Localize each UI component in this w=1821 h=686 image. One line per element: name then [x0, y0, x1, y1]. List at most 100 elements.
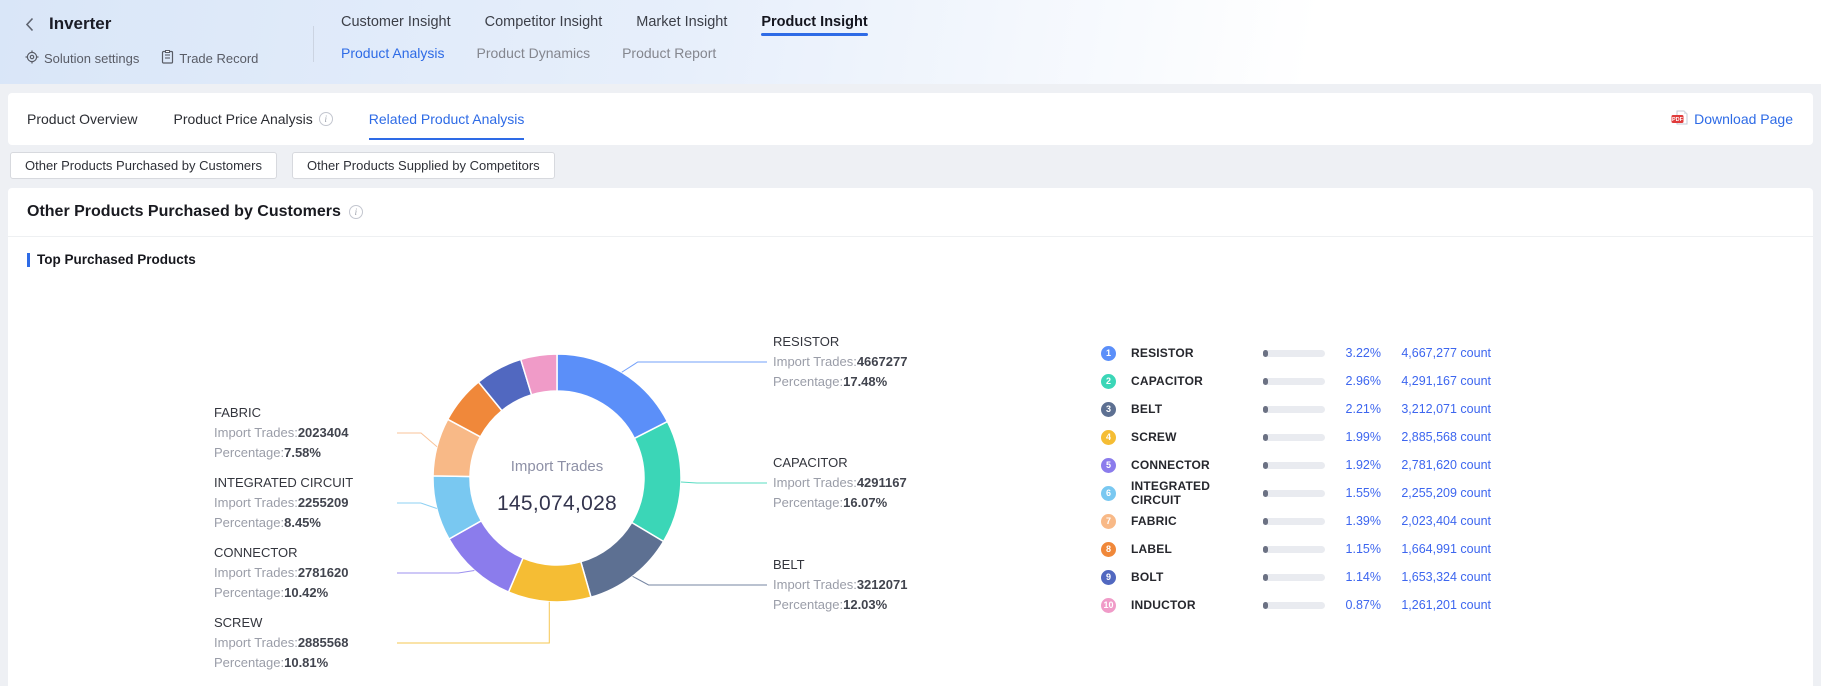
callout-screw: SCREW Import Trades:2885568 Percentage:1… [214, 613, 414, 673]
subtab-product-dynamics[interactable]: Product Dynamics [477, 45, 591, 61]
analysis-tab-related-product-analysis[interactable]: Related Product Analysis [369, 93, 525, 145]
rank-badge: 5 [1101, 458, 1116, 473]
donut-slice-belt[interactable] [581, 523, 664, 598]
analysis-tab-product-price-analysis[interactable]: Product Price Analysisi [173, 93, 332, 145]
trade-count: 4,291,167 count [1381, 374, 1491, 388]
svg-text:PDF: PDF [1672, 117, 1684, 123]
view-button-other-products-purchased-by-customers[interactable]: Other Products Purchased by Customers [10, 152, 277, 179]
trade-count: 3,212,071 count [1381, 402, 1491, 416]
subtab-product-report[interactable]: Product Report [622, 45, 716, 61]
info-icon[interactable]: i [319, 112, 333, 126]
rank-badge: 3 [1101, 402, 1116, 417]
share-percent: 1.55% [1325, 486, 1381, 500]
donut-slice-resistor[interactable] [557, 354, 667, 438]
trade-count: 2,255,209 count [1381, 486, 1491, 500]
legend-row-integrated-circuit[interactable]: 6 INTEGRATED CIRCUIT 1.55% 2,255,209 cou… [1101, 479, 1491, 507]
share-bar [1263, 350, 1325, 357]
rank-badge: 2 [1101, 374, 1116, 389]
quick-link-solution-settings[interactable]: Solution settings [25, 50, 139, 67]
rank-badge: 1 [1101, 346, 1116, 361]
donut-slice-capacitor[interactable] [632, 422, 681, 542]
share-percent: 0.87% [1325, 598, 1381, 612]
legend-row-capacitor[interactable]: 2 CAPACITOR 2.96% 4,291,167 count [1101, 367, 1491, 395]
legend-product-name: INTEGRATED CIRCUIT [1131, 479, 1263, 507]
legend-row-fabric[interactable]: 7 FABRIC 1.39% 2,023,404 count [1101, 507, 1491, 535]
app-header: Inverter Solution settings Trade Record C… [0, 0, 1821, 84]
legend-product-name: RESISTOR [1131, 346, 1263, 360]
trade-count: 4,667,277 count [1381, 346, 1491, 360]
legend-row-resistor[interactable]: 1 RESISTOR 3.22% 4,667,277 count [1101, 339, 1491, 367]
legend-row-belt[interactable]: 3 BELT 2.21% 3,212,071 count [1101, 395, 1491, 423]
clipboard-icon [161, 50, 174, 67]
legend-product-name: CAPACITOR [1131, 374, 1263, 388]
legend-product-name: LABEL [1131, 542, 1263, 556]
share-percent: 1.99% [1325, 430, 1381, 444]
share-percent: 1.92% [1325, 458, 1381, 472]
legend-row-connector[interactable]: 5 CONNECTOR 1.92% 2,781,620 count [1101, 451, 1491, 479]
rank-badge: 6 [1101, 486, 1116, 501]
leader-line-screw [397, 602, 549, 643]
tab-customer-insight[interactable]: Customer Insight [341, 14, 451, 42]
callout-belt: BELT Import Trades:3212071 Percentage:12… [773, 555, 973, 615]
callout-fabric: FABRIC Import Trades:2023404 Percentage:… [214, 403, 414, 463]
share-percent: 1.39% [1325, 514, 1381, 528]
view-toggle-group: Other Products Purchased by Customers Oth… [10, 152, 555, 179]
share-bar [1263, 462, 1325, 469]
leader-line-resistor [622, 362, 767, 372]
legend-product-name: SCREW [1131, 430, 1263, 444]
rank-badge: 4 [1101, 430, 1116, 445]
insight-tabs: Customer Insight Competitor Insight Market… [341, 0, 868, 42]
main-panel: Other Products Purchased by Customers i … [8, 188, 1813, 686]
leader-line-capacitor [681, 482, 767, 483]
quick-links: Solution settings Trade Record [25, 50, 258, 67]
view-button-other-products-supplied-by-competitors[interactable]: Other Products Supplied by Competitors [292, 152, 555, 179]
tab-product-insight[interactable]: Product Insight [761, 14, 867, 42]
trade-count: 2,023,404 count [1381, 514, 1491, 528]
share-bar [1263, 574, 1325, 581]
share-bar [1263, 518, 1325, 525]
share-percent: 3.22% [1325, 346, 1381, 360]
back-icon[interactable] [25, 16, 39, 32]
callout-resistor: RESISTOR Import Trades:4667277 Percentag… [773, 332, 973, 392]
trade-count: 1,664,991 count [1381, 542, 1491, 556]
legend-product-name: BOLT [1131, 570, 1263, 584]
legend-product-name: CONNECTOR [1131, 458, 1263, 472]
trade-count: 1,653,324 count [1381, 570, 1491, 584]
product-subtabs: Product Analysis Product Dynamics Product … [341, 45, 868, 61]
legend-row-inductor[interactable]: 10 INDUCTOR 0.87% 1,261,201 count [1101, 591, 1491, 619]
legend-product-name: FABRIC [1131, 514, 1263, 528]
chart-legend: 1 RESISTOR 3.22% 4,667,277 count2 CAPACI… [1101, 339, 1491, 619]
callout-integrated-circuit: INTEGRATED CIRCUIT Import Trades:2255209… [214, 473, 414, 533]
rank-badge: 10 [1101, 598, 1116, 613]
share-bar [1263, 378, 1325, 385]
quick-link-trade-record[interactable]: Trade Record [161, 50, 258, 67]
analysis-nav-band: Product Overview Product Price Analysisi R… [8, 93, 1813, 145]
page-title: Inverter [49, 14, 111, 34]
leader-line-belt [633, 576, 767, 585]
callout-capacitor: CAPACITOR Import Trades:4291167 Percenta… [773, 453, 973, 513]
header-left: Inverter Solution settings Trade Record [25, 12, 258, 67]
legend-product-name: BELT [1131, 402, 1263, 416]
rank-badge: 7 [1101, 514, 1116, 529]
legend-product-name: INDUCTOR [1131, 598, 1263, 612]
download-page-link[interactable]: PDF Download Page [1671, 93, 1793, 145]
share-percent: 2.96% [1325, 374, 1381, 388]
analysis-tab-product-overview[interactable]: Product Overview [27, 93, 137, 145]
callout-connector: CONNECTOR Import Trades:2781620 Percenta… [214, 543, 414, 603]
share-bar [1263, 490, 1325, 497]
gear-icon [25, 50, 39, 67]
trade-count: 2,885,568 count [1381, 430, 1491, 444]
share-percent: 2.21% [1325, 402, 1381, 416]
share-bar [1263, 602, 1325, 609]
pdf-icon: PDF [1671, 110, 1688, 129]
share-bar [1263, 434, 1325, 441]
share-bar [1263, 546, 1325, 553]
trade-count: 1,261,201 count [1381, 598, 1491, 612]
tab-market-insight[interactable]: Market Insight [636, 14, 727, 42]
tab-competitor-insight[interactable]: Competitor Insight [485, 14, 603, 42]
legend-row-label[interactable]: 8 LABEL 1.15% 1,664,991 count [1101, 535, 1491, 563]
subtab-product-analysis[interactable]: Product Analysis [341, 45, 445, 61]
legend-row-bolt[interactable]: 9 BOLT 1.14% 1,653,324 count [1101, 563, 1491, 591]
share-percent: 1.14% [1325, 570, 1381, 584]
legend-row-screw[interactable]: 4 SCREW 1.99% 2,885,568 count [1101, 423, 1491, 451]
